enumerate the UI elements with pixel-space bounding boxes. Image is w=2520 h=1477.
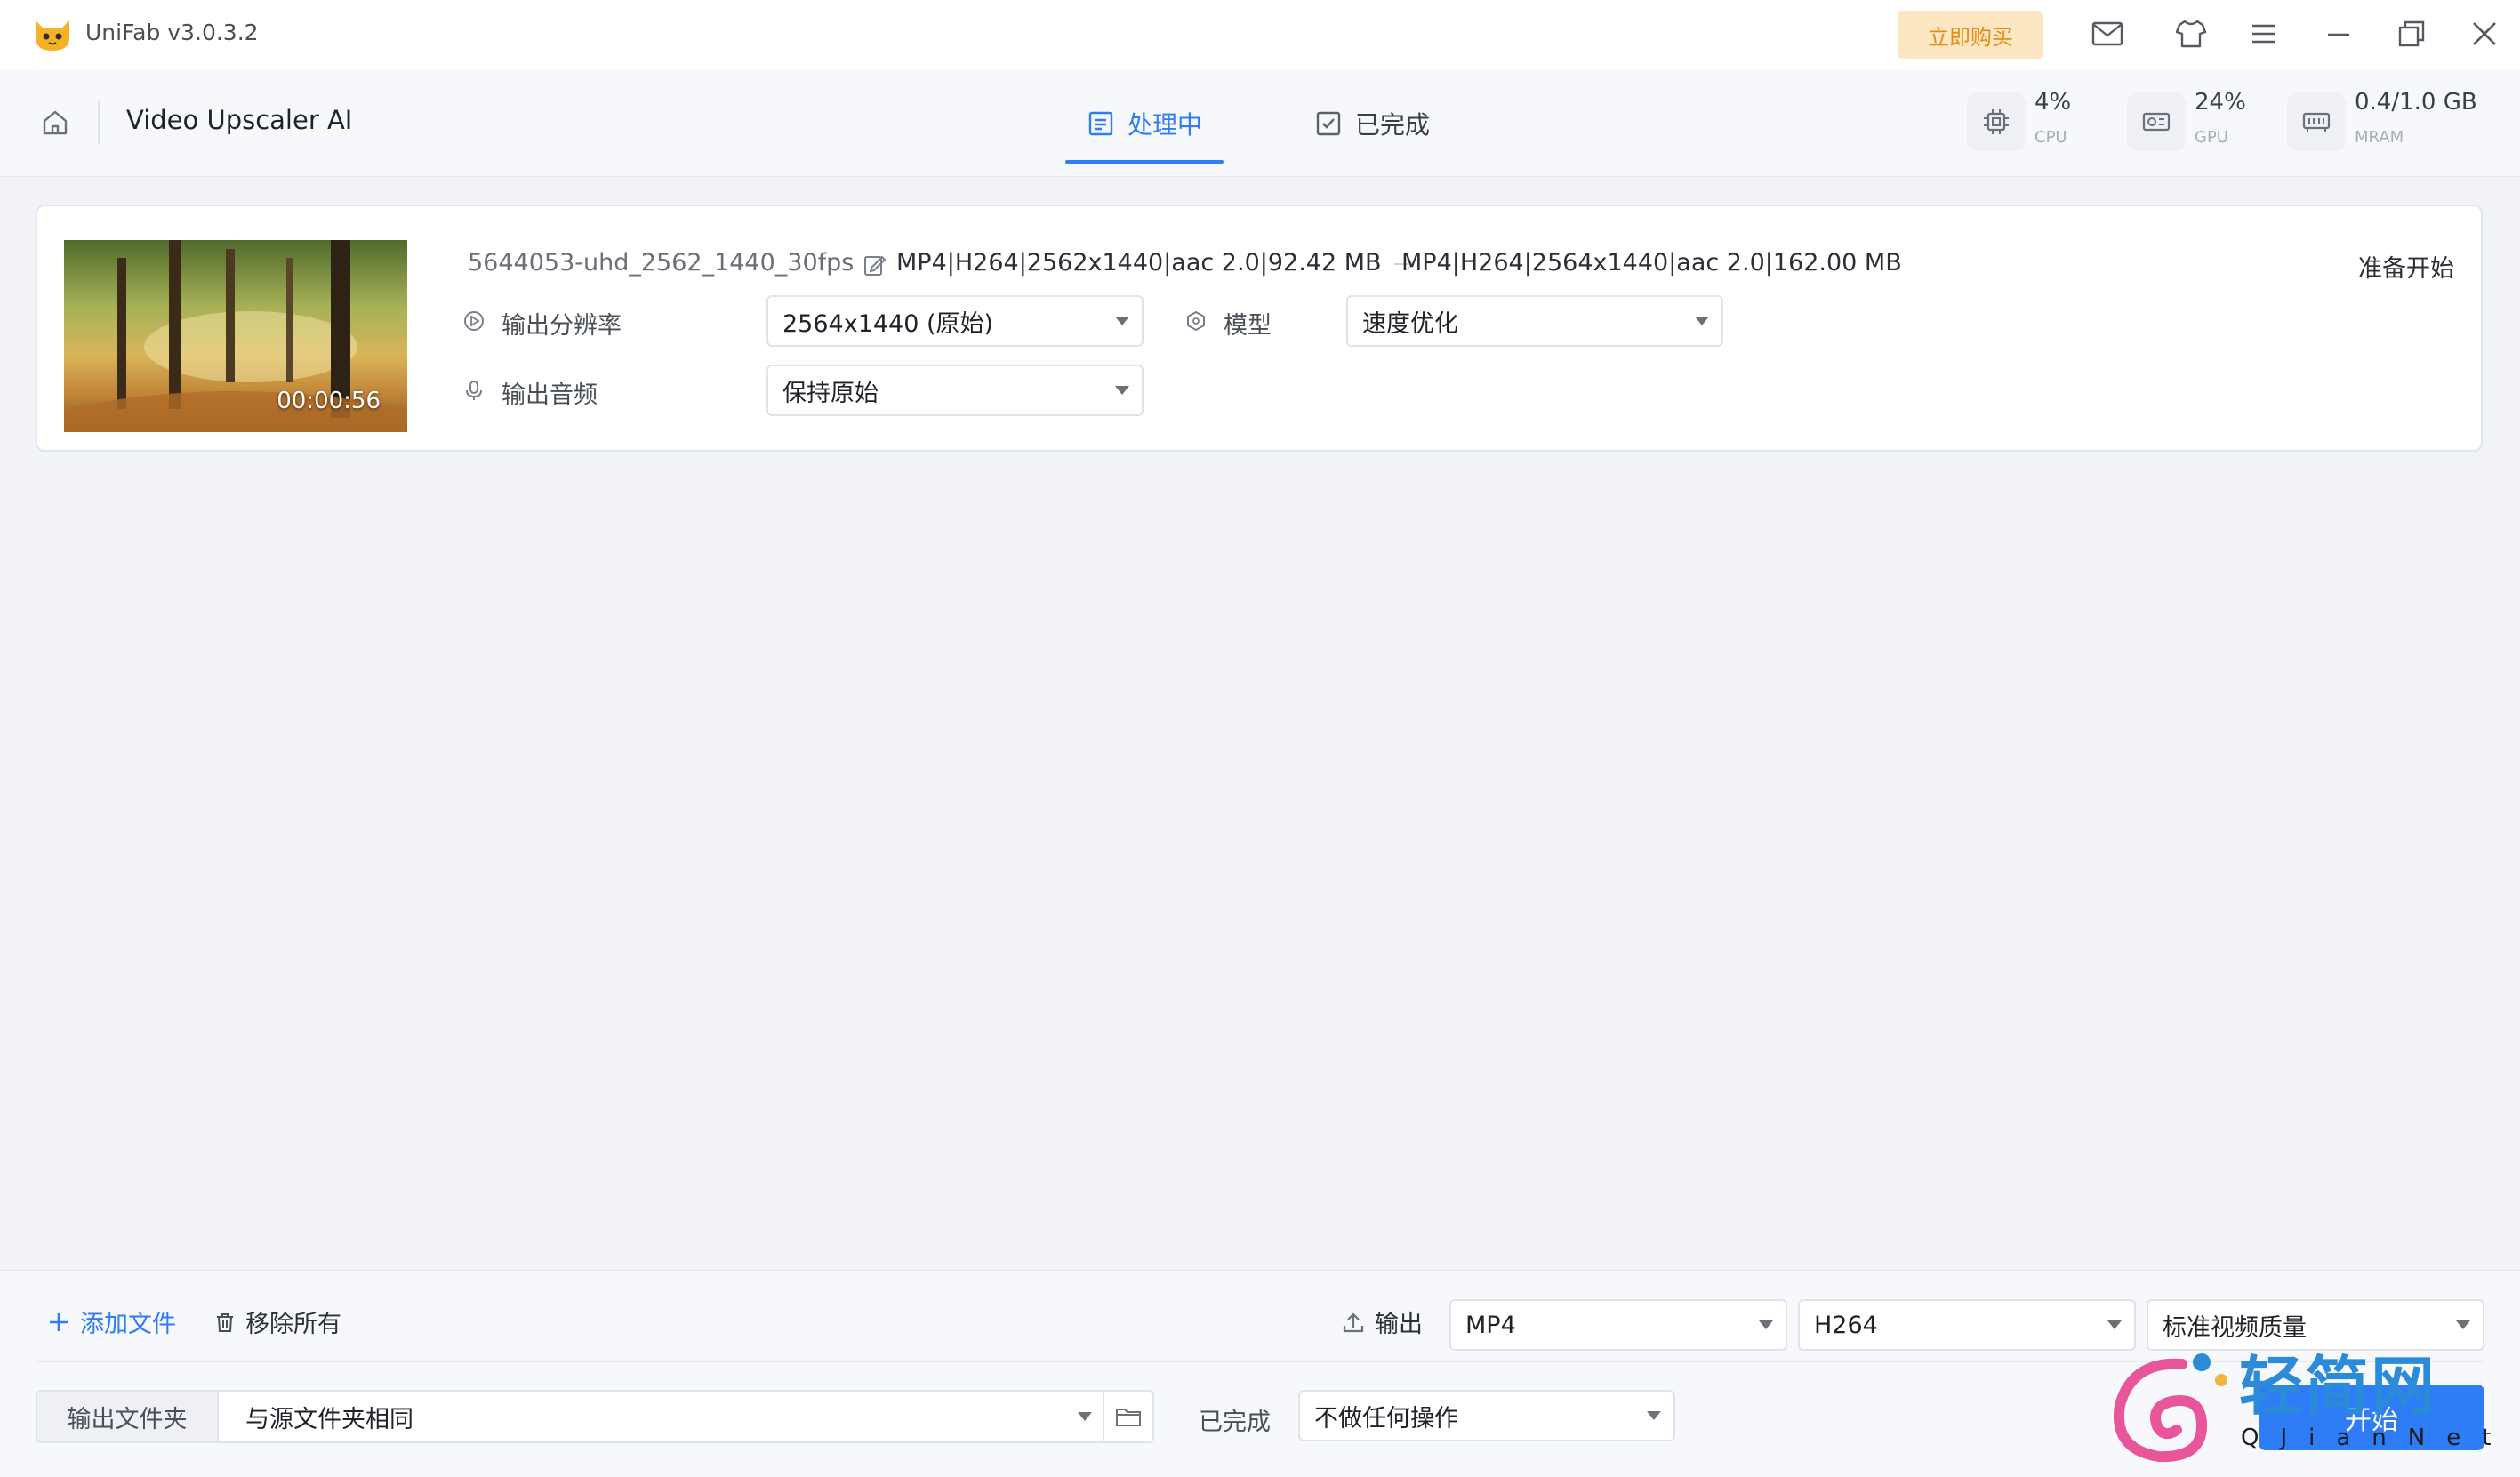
tshirt-icon[interactable] bbox=[2173, 16, 2209, 52]
on-complete-label: 已完成 bbox=[1199, 1409, 1271, 1436]
module-title: Video Upscaler AI bbox=[126, 105, 353, 135]
mram-value: 0.4/1.0 GB bbox=[2355, 89, 2477, 116]
app-title: UniFab v3.0.3.2 bbox=[85, 20, 259, 45]
output-folder-value: 与源文件夹相同 bbox=[245, 1405, 413, 1433]
gpu-label: GPU bbox=[2195, 128, 2228, 147]
title-bar: UniFab v3.0.3.2 立即购买 bbox=[0, 0, 2520, 69]
watermark: 轻简网 QJianNet bbox=[2097, 1334, 2515, 1476]
completed-check-icon bbox=[1316, 111, 1341, 136]
chevron-down-icon bbox=[2456, 1320, 2470, 1329]
watermark-logo-icon bbox=[2114, 1353, 2227, 1463]
folder-divider bbox=[1103, 1392, 1104, 1441]
tab-completed[interactable]: 已完成 bbox=[1314, 92, 1430, 155]
cpu-icon bbox=[1967, 92, 2026, 151]
task-status: 准备开始 bbox=[2358, 255, 2454, 283]
file-name: 5644053-uhd_2562_1440_30fps bbox=[468, 249, 855, 277]
chevron-down-icon bbox=[1115, 386, 1129, 395]
codec-value: H264 bbox=[1814, 1311, 1878, 1339]
tab-completed-label: 已完成 bbox=[1355, 110, 1431, 140]
app-logo-icon bbox=[32, 15, 73, 52]
cpu-label: CPU bbox=[2034, 128, 2067, 147]
add-file-button[interactable]: 添加文件 bbox=[46, 1304, 176, 1339]
add-file-label: 添加文件 bbox=[80, 1311, 176, 1338]
resolution-select[interactable]: 2564x1440 (原始) bbox=[766, 295, 1144, 347]
output-info: MP4|H264|2564x1440|aac 2.0|162.00 MB bbox=[1401, 249, 1902, 277]
video-duration: 00:00:56 bbox=[277, 388, 381, 414]
chevron-down-icon bbox=[2107, 1320, 2122, 1329]
tab-processing[interactable]: 处理中 bbox=[1064, 92, 1224, 164]
format-value: MP4 bbox=[1465, 1311, 1516, 1339]
microphone-icon bbox=[462, 379, 486, 402]
mram-label: MRAM bbox=[2355, 128, 2404, 147]
output-format-label: 输出 bbox=[1341, 1304, 1423, 1339]
chevron-down-icon[interactable] bbox=[1078, 1412, 1092, 1421]
chevron-down-icon bbox=[1647, 1411, 1661, 1420]
codec-select[interactable]: H264 bbox=[1798, 1299, 2136, 1351]
audio-value: 保持原始 bbox=[782, 379, 879, 407]
upload-icon bbox=[1343, 1312, 1364, 1332]
audio-label: 输出音频 bbox=[502, 381, 598, 409]
buy-now-button[interactable]: 立即购买 bbox=[1898, 11, 2043, 59]
task-item[interactable]: 00:00:56 5644053-uhd_2562_1440_30fps MP4… bbox=[36, 205, 2483, 452]
model-icon bbox=[1184, 309, 1208, 333]
tab-processing-label: 处理中 bbox=[1128, 110, 1203, 140]
watermark-en: QJianNet bbox=[2241, 1425, 2513, 1451]
close-icon[interactable] bbox=[2467, 16, 2502, 52]
mail-icon[interactable] bbox=[2090, 16, 2125, 52]
edit-info-icon[interactable] bbox=[863, 253, 887, 277]
restore-icon[interactable] bbox=[2394, 16, 2429, 52]
on-complete-select[interactable]: 不做任何操作 bbox=[1298, 1390, 1675, 1441]
output-info-text: MP4|H264|2564x1440|aac 2.0|162.00 MB bbox=[1401, 249, 1902, 277]
watermark-cn: 轻简网 bbox=[2239, 1349, 2437, 1424]
resolution-label: 输出分辨率 bbox=[502, 312, 622, 340]
cpu-value: 4% bbox=[2034, 89, 2072, 116]
home-icon[interactable] bbox=[37, 105, 73, 140]
remove-all-button[interactable]: 移除所有 bbox=[213, 1304, 341, 1339]
chevron-down-icon bbox=[1115, 317, 1129, 325]
model-value: 速度优化 bbox=[1362, 309, 1458, 338]
format-select[interactable]: MP4 bbox=[1449, 1299, 1787, 1351]
model-select[interactable]: 速度优化 bbox=[1346, 295, 1723, 347]
memory-icon bbox=[2287, 92, 2346, 151]
audio-select[interactable]: 保持原始 bbox=[766, 365, 1144, 416]
chevron-down-icon bbox=[1695, 317, 1709, 325]
resolution-value: 2564x1440 (原始) bbox=[782, 309, 994, 338]
trash-icon bbox=[217, 1312, 233, 1332]
output-folder-group: 输出文件夹 与源文件夹相同 bbox=[36, 1390, 1154, 1443]
module-header: Video Upscaler AI 处理中 已完成 4% CPU 24% GPU… bbox=[0, 69, 2520, 177]
folder-open-icon[interactable] bbox=[1113, 1402, 1144, 1431]
on-complete-value: 不做任何操作 bbox=[1314, 1404, 1458, 1433]
gpu-value: 24% bbox=[2195, 89, 2246, 116]
output-folder-label: 输出文件夹 bbox=[37, 1392, 219, 1441]
resolution-icon bbox=[462, 309, 486, 333]
gpu-icon bbox=[2127, 92, 2186, 151]
video-thumbnail[interactable]: 00:00:56 bbox=[64, 240, 407, 432]
chevron-down-icon bbox=[1759, 1320, 1773, 1329]
output-folder-select[interactable]: 与源文件夹相同 bbox=[245, 1392, 413, 1441]
plus-icon bbox=[50, 1312, 68, 1331]
source-info: MP4|H264|2562x1440|aac 2.0|92.42 MB bbox=[896, 249, 1382, 277]
minimize-icon[interactable] bbox=[2321, 16, 2356, 52]
remove-all-label: 移除所有 bbox=[245, 1311, 341, 1338]
processing-list-icon bbox=[1088, 111, 1113, 136]
output-label: 输出 bbox=[1375, 1311, 1423, 1338]
menu-icon[interactable] bbox=[2246, 16, 2282, 52]
model-label: 模型 bbox=[1224, 312, 1272, 340]
header-divider bbox=[98, 101, 100, 144]
